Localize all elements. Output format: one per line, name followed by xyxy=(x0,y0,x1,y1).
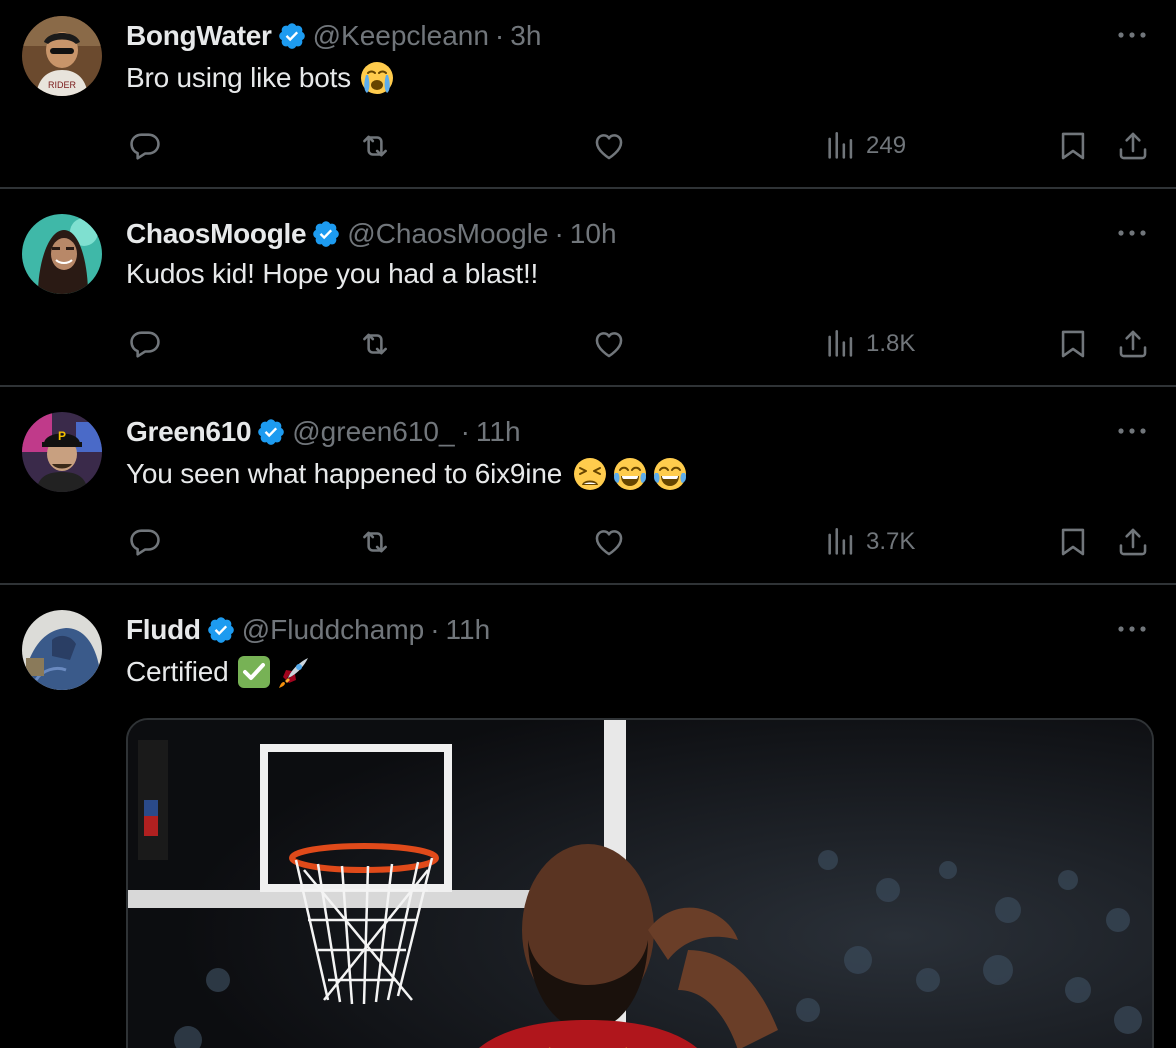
handle[interactable]: @ChaosMoogle xyxy=(347,218,548,250)
divider xyxy=(0,583,1176,585)
heart-icon xyxy=(592,129,626,163)
avatar[interactable]: RIDER xyxy=(22,16,102,96)
separator-dot: · xyxy=(494,20,505,51)
separator-dot: · xyxy=(460,416,470,447)
like-button[interactable] xyxy=(592,524,626,560)
views-icon xyxy=(824,327,858,361)
bookmark-button[interactable] xyxy=(1056,128,1090,164)
handle[interactable]: @Keepcleann xyxy=(313,20,489,52)
divider xyxy=(0,187,1176,189)
retweet-button[interactable] xyxy=(358,326,392,362)
bookmark-icon xyxy=(1056,129,1090,163)
action-bar: 3.7K xyxy=(0,524,1176,560)
tweet-text: You seen what happened to 6ix9ine xyxy=(126,456,688,492)
tears-of-joy-face-emoji xyxy=(612,456,648,492)
verified-badge-icon xyxy=(311,219,341,249)
retweet-button[interactable] xyxy=(358,128,392,164)
display-name[interactable]: ChaosMoogle xyxy=(126,218,307,250)
tweet-header: Fludd @Fluddchamp · 11h xyxy=(126,612,490,648)
tweet-media-image[interactable] xyxy=(126,718,1154,1048)
timestamp[interactable]: 11h xyxy=(476,416,521,448)
retweet-button[interactable] xyxy=(358,524,392,560)
bookmark-icon xyxy=(1056,525,1090,559)
loudly-crying-face-emoji xyxy=(359,60,395,96)
avatar[interactable]: P xyxy=(22,412,102,492)
timestamp[interactable]: 3h xyxy=(510,20,541,52)
retweet-icon xyxy=(358,327,392,361)
views-count: 249 xyxy=(866,132,907,159)
action-bar: 1.8K xyxy=(0,326,1176,362)
svg-text:P: P xyxy=(58,429,66,443)
tweet[interactable]: RIDER BongWater @Keepcleann · 3h Bro usi… xyxy=(0,0,1176,188)
reply-icon xyxy=(128,525,162,559)
bookmark-button[interactable] xyxy=(1056,326,1090,362)
handle[interactable]: @Fluddchamp xyxy=(242,614,425,646)
tweet-text-content: Certified xyxy=(126,656,229,687)
rocket-emoji xyxy=(276,654,312,690)
more-icon[interactable] xyxy=(1114,416,1150,446)
views-count: 3.7K xyxy=(866,528,916,555)
reply-button[interactable] xyxy=(128,326,162,362)
views-button[interactable]: 1.8K xyxy=(824,326,915,362)
tweet-header: ChaosMoogle @ChaosMoogle · 10h xyxy=(126,216,617,252)
views-count: 1.8K xyxy=(866,330,916,357)
bookmark-icon xyxy=(1056,327,1090,361)
tweet-text-content: Kudos kid! Hope you had a blast!! xyxy=(126,258,539,289)
tweet-text: Kudos kid! Hope you had a blast!! xyxy=(126,258,538,290)
tweet-text: Certified xyxy=(126,654,312,690)
divider xyxy=(0,385,1176,387)
display-name[interactable]: Green610 xyxy=(126,416,252,448)
display-name[interactable]: BongWater xyxy=(126,20,272,52)
handle[interactable]: @green610_ xyxy=(292,416,454,448)
display-name[interactable]: Fludd xyxy=(126,614,201,646)
retweet-icon xyxy=(358,129,392,163)
reply-button[interactable] xyxy=(128,524,162,560)
separator-dot: · xyxy=(554,218,564,249)
tweet-text-content: You seen what happened to 6ix9ine xyxy=(126,458,563,489)
svg-text:RIDER: RIDER xyxy=(48,80,77,90)
bookmark-button[interactable] xyxy=(1056,524,1090,560)
reply-icon xyxy=(128,129,162,163)
tweet-header: BongWater @Keepcleann · 3h xyxy=(126,18,541,54)
retweet-icon xyxy=(358,525,392,559)
action-bar: 249 xyxy=(0,128,1176,164)
share-icon xyxy=(1116,129,1150,163)
share-button[interactable] xyxy=(1116,524,1150,560)
separator-dot: · xyxy=(430,614,440,645)
share-icon xyxy=(1116,327,1150,361)
tweet[interactable]: P Green610 @green610_ · 11h You seen wha… xyxy=(0,396,1176,584)
tweet-text: Bro using like bots xyxy=(126,60,395,96)
more-icon[interactable] xyxy=(1114,20,1150,50)
heart-icon xyxy=(592,327,626,361)
reply-icon xyxy=(128,327,162,361)
verified-badge-icon xyxy=(277,21,307,51)
reply-button[interactable] xyxy=(128,128,162,164)
views-button[interactable]: 249 xyxy=(824,128,906,164)
timestamp[interactable]: 10h xyxy=(570,218,617,250)
views-icon xyxy=(824,525,858,559)
like-button[interactable] xyxy=(592,128,626,164)
avatar[interactable] xyxy=(22,214,102,294)
check-mark-button-emoji xyxy=(236,654,272,690)
share-button[interactable] xyxy=(1116,128,1150,164)
views-icon xyxy=(824,129,858,163)
heart-icon xyxy=(592,525,626,559)
avatar[interactable] xyxy=(22,610,102,690)
tweet[interactable]: ChaosMoogle @ChaosMoogle · 10h Kudos kid… xyxy=(0,198,1176,386)
views-button[interactable]: 3.7K xyxy=(824,524,915,560)
share-icon xyxy=(1116,525,1150,559)
weary-face-emoji xyxy=(572,456,608,492)
verified-badge-icon xyxy=(256,417,286,447)
timestamp[interactable]: 11h xyxy=(446,614,491,646)
share-button[interactable] xyxy=(1116,326,1150,362)
verified-badge-icon xyxy=(206,615,236,645)
like-button[interactable] xyxy=(592,326,626,362)
tweet-header: Green610 @green610_ · 11h xyxy=(126,414,521,450)
more-icon[interactable] xyxy=(1114,614,1150,644)
more-icon[interactable] xyxy=(1114,218,1150,248)
tweet-text-content: Bro using like bots xyxy=(126,62,351,93)
tears-of-joy-face-emoji xyxy=(652,456,688,492)
